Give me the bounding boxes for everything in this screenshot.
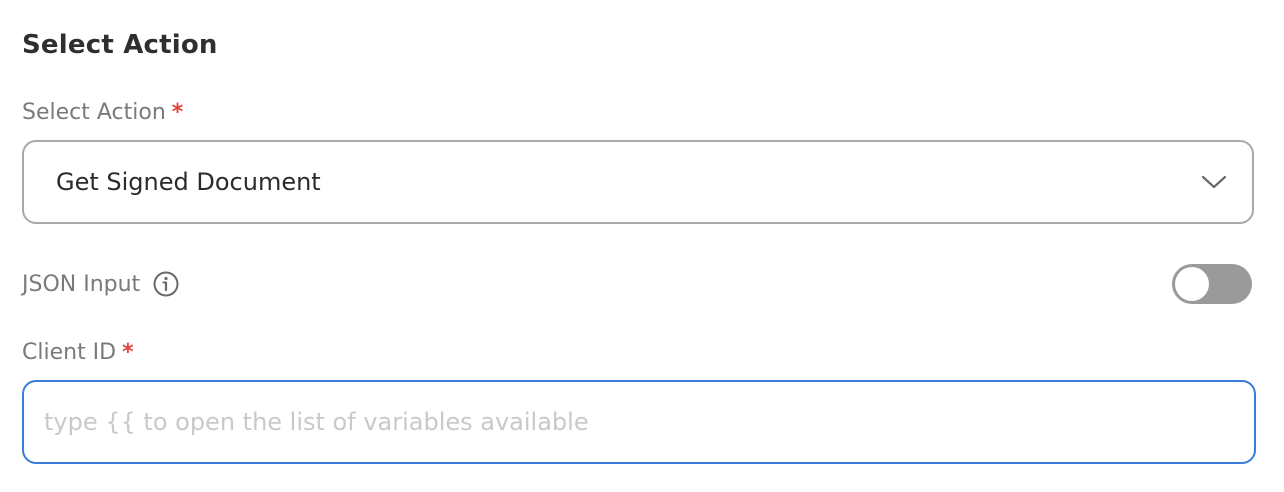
client-id-input[interactable] <box>22 380 1256 464</box>
select-action-label: Select Action * <box>22 100 183 125</box>
chevron-down-icon <box>1200 168 1228 196</box>
toggle-knob <box>1175 267 1209 301</box>
client-id-label-text: Client ID <box>22 340 117 365</box>
select-action-dropdown[interactable]: Get Signed Document <box>22 140 1254 224</box>
select-action-value: Get Signed Document <box>56 168 321 196</box>
select-action-label-text: Select Action <box>22 100 166 125</box>
json-input-label: JSON Input <box>22 271 141 297</box>
section-title: Select Action <box>22 30 218 60</box>
info-icon[interactable] <box>152 270 180 298</box>
json-input-toggle[interactable] <box>1172 264 1252 304</box>
json-input-row: JSON Input <box>22 264 1254 304</box>
required-asterisk: * <box>171 100 184 125</box>
client-id-label: Client ID * <box>22 340 134 365</box>
required-asterisk: * <box>122 340 134 365</box>
